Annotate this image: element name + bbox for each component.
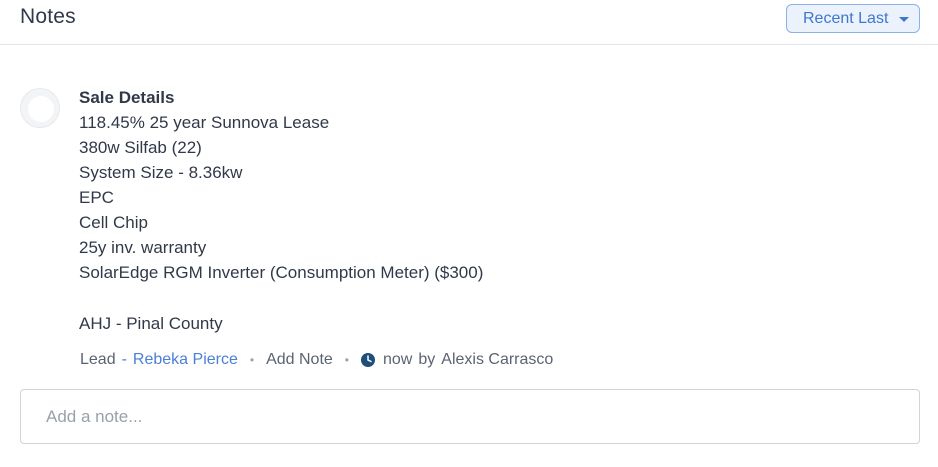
sort-order-dropdown[interactable]: Recent Last	[786, 4, 920, 33]
record-link[interactable]: Rebeka Pierce	[133, 351, 238, 369]
separator-dot: •	[344, 353, 349, 367]
note-line: 118.45% 25 year Sunnova Lease	[79, 113, 330, 132]
note-body: Sale Details 118.45% 25 year Sunnova Lea…	[79, 86, 899, 336]
note-line: Cell Chip	[79, 213, 148, 232]
note-line: 25y inv. warranty	[79, 238, 207, 257]
caret-down-icon	[899, 17, 909, 22]
sort-order-label: Recent Last	[803, 9, 889, 27]
by-label: by	[418, 351, 436, 368]
notes-header: Notes Recent Last	[0, 0, 938, 45]
add-note-link[interactable]: Add Note	[266, 351, 333, 369]
separator-dot: •	[249, 353, 255, 367]
avatar	[20, 88, 60, 128]
note-line: 380w Silfab (22)	[79, 138, 202, 157]
note-author: Alexis Carrasco	[441, 351, 554, 368]
add-note-box	[20, 389, 920, 444]
note-time: now	[383, 351, 413, 368]
note-meta: Lead - Rebeka Pierce • Add Note • now by…	[80, 349, 553, 371]
user-silhouette-icon	[21, 89, 59, 127]
note-heading: Sale Details	[79, 88, 175, 107]
note-line: EPC	[79, 188, 114, 207]
page-title: Notes	[20, 5, 76, 28]
add-note-input[interactable]	[21, 390, 919, 443]
note-line: System Size - 8.36kw	[79, 163, 243, 182]
module-label: Lead	[80, 351, 116, 368]
note-line: AHJ - Pinal County	[79, 314, 223, 333]
note-line: SolarEdge RGM Inverter (Consumption Mete…	[79, 263, 484, 282]
clock-icon	[361, 353, 375, 367]
separator-dash: -	[121, 351, 127, 368]
